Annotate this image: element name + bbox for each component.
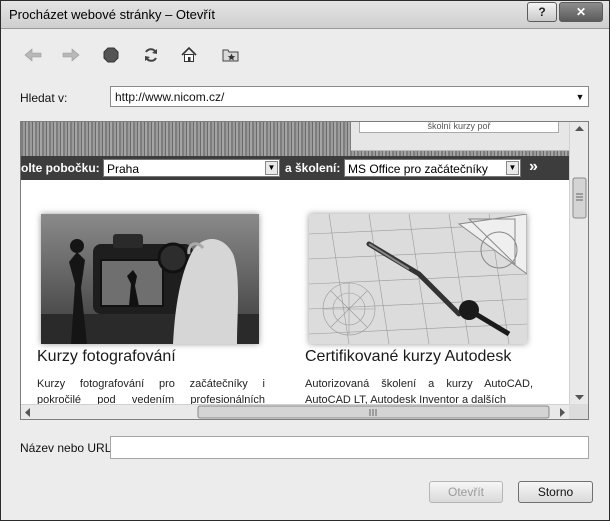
address-combo[interactable]: http://www.nicom.cz/ ▼ bbox=[110, 86, 589, 107]
forward-arrow-icon[interactable] bbox=[59, 43, 83, 67]
branch-select[interactable]: Praha ▼ bbox=[103, 159, 280, 177]
photo-course-image bbox=[41, 214, 259, 344]
scrollbar-corner bbox=[569, 404, 588, 419]
banner-box: školní kurzy poř bbox=[351, 122, 569, 151]
url-field[interactable] bbox=[110, 436, 589, 459]
refresh-icon[interactable] bbox=[139, 43, 163, 67]
course-description: Autorizovaná školení a kurzy AutoCAD, Au… bbox=[305, 378, 533, 404]
title-bar: Procházet webové stránky – Otevřít ? ✕ bbox=[1, 1, 609, 29]
web-page: školní kurzy poř olte pobočku: Praha ▼ a… bbox=[21, 122, 569, 404]
course-title: Certifikované kurzy Autodesk bbox=[305, 348, 512, 365]
go-button[interactable]: » bbox=[529, 158, 538, 176]
address-value: http://www.nicom.cz/ bbox=[115, 90, 225, 104]
training-label: a školení: bbox=[285, 161, 341, 175]
cancel-button[interactable]: Storno bbox=[518, 481, 593, 503]
web-preview: školní kurzy poř olte pobočku: Praha ▼ a… bbox=[20, 121, 589, 420]
back-arrow-icon[interactable] bbox=[21, 43, 45, 67]
branch-value: Praha bbox=[107, 162, 140, 176]
search-label: Hledat v: bbox=[20, 91, 68, 105]
close-button[interactable]: ✕ bbox=[559, 2, 603, 22]
branch-label: olte pobočku: bbox=[21, 161, 100, 175]
favorites-folder-icon[interactable] bbox=[218, 43, 242, 67]
vertical-scrollbar[interactable] bbox=[569, 122, 588, 404]
chevron-down-icon[interactable]: ▼ bbox=[265, 161, 278, 175]
help-button[interactable]: ? bbox=[527, 2, 557, 22]
drafting-course-image bbox=[309, 214, 527, 344]
course-title: Kurzy fotografování bbox=[37, 348, 176, 365]
dialog-title: Procházet webové stránky – Otevřít bbox=[9, 7, 215, 22]
url-label: Název nebo URL: bbox=[20, 441, 115, 455]
training-select[interactable]: MS Office pro začátečníky ▼ bbox=[344, 159, 521, 177]
banner-text: školní kurzy poř bbox=[359, 122, 559, 133]
chevron-down-icon[interactable]: ▼ bbox=[506, 161, 519, 175]
course-description: Kurzy fotografování pro začátečníky i po… bbox=[37, 378, 265, 404]
horizontal-scrollbar[interactable] bbox=[21, 404, 569, 419]
chevron-down-icon[interactable]: ▼ bbox=[572, 87, 588, 106]
training-value: MS Office pro začátečníky bbox=[348, 162, 488, 176]
course-search-bar: olte pobočku: Praha ▼ a školení: MS Offi… bbox=[21, 156, 569, 180]
home-icon[interactable] bbox=[177, 43, 201, 67]
open-dialog: Procházet webové stránky – Otevřít ? ✕ H… bbox=[0, 0, 610, 521]
open-button[interactable]: Otevřít bbox=[429, 481, 503, 503]
stop-icon[interactable] bbox=[99, 43, 123, 67]
